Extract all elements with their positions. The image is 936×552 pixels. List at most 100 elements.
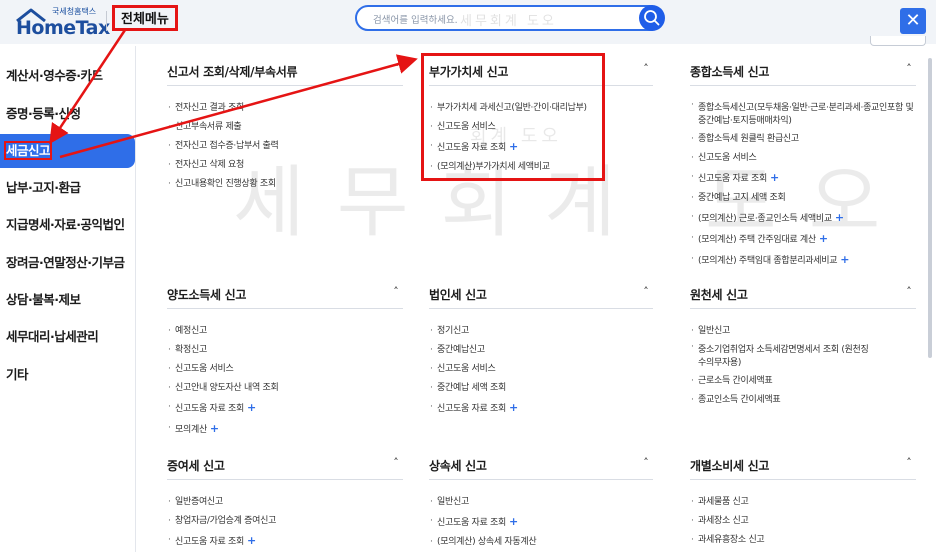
all-menu-button[interactable]: 전체메뉴	[112, 5, 178, 31]
list-item[interactable]: 신고도움 자료 조회+	[690, 168, 916, 189]
list-item[interactable]: (모의계산)부가가치세 세액비교	[429, 158, 665, 177]
list-item[interactable]: 신고도움 서비스	[690, 149, 916, 168]
search-input[interactable]: 검색어를 입력하세요.	[355, 5, 663, 31]
list-item[interactable]: 신고부속서류 제출	[167, 118, 403, 137]
menu-link[interactable]: 신고내용확인 진행상황 조회	[175, 179, 276, 189]
hometax-logo[interactable]: 국세청홈택스 HomeTax	[14, 6, 110, 39]
menu-link[interactable]: 모의계산	[175, 425, 207, 435]
chevron-up-icon[interactable]: ˄	[902, 285, 916, 298]
menu-link[interactable]: 예정신고	[175, 326, 207, 336]
section-title[interactable]: 종합소득세 신고	[690, 63, 769, 80]
menu-link[interactable]: 과세유흥장소 신고	[698, 535, 765, 545]
menu-link[interactable]: 중간예납신고	[437, 345, 485, 355]
list-item[interactable]: (모의계산) 주택임대 종합분리과세비교+	[690, 250, 916, 271]
chevron-up-icon[interactable]: ˄	[639, 62, 653, 75]
section-title[interactable]: 양도소득세 신고	[167, 286, 246, 303]
menu-link[interactable]: 신고부속서류 제출	[175, 122, 242, 132]
menu-link[interactable]: 중소기업취업자 소득세감면명세서 조회 (원천징수의무자용)	[698, 345, 869, 368]
menu-link[interactable]: 신고도움 서비스	[437, 122, 496, 132]
list-item[interactable]: 확정신고	[167, 341, 403, 360]
list-item[interactable]: 일반신고	[690, 322, 870, 341]
list-item[interactable]: 신고도움 자료 조회+	[429, 398, 665, 419]
list-item[interactable]: 전자신고 삭제 요청	[167, 156, 403, 175]
chevron-up-icon[interactable]: ˄	[389, 456, 403, 469]
list-item[interactable]: 근로소득 간이세액표	[690, 372, 870, 391]
list-item[interactable]: 신고도움 자료 조회+	[167, 398, 403, 419]
list-item[interactable]: 창업자금/가업승계 증여신고	[167, 512, 403, 531]
menu-link[interactable]: 확정신고	[175, 345, 207, 355]
plus-icon[interactable]: +	[509, 140, 518, 153]
menu-link[interactable]: (모의계산) 주택임대 종합분리과세비교	[698, 256, 838, 266]
menu-link[interactable]: 신고도움 자료 조회	[175, 404, 244, 414]
list-item[interactable]: 종교인소득 간이세액표	[690, 391, 870, 410]
section-title[interactable]: 상속세 신고	[429, 457, 487, 474]
sidebar-item-payment-notice-refund[interactable]: 납부·고지·환급	[0, 171, 135, 205]
plus-icon[interactable]: +	[835, 211, 844, 224]
sidebar-item-invoice-receipt-card[interactable]: 계산서·영수증·카드	[0, 59, 135, 93]
list-item[interactable]: 과세물품 신고	[690, 493, 926, 512]
list-item[interactable]: 중간예납 세액 조회	[429, 379, 665, 398]
list-item[interactable]: 신고내용확인 진행상황 조회	[167, 175, 403, 194]
menu-link[interactable]: 종교인소득 간이세액표	[698, 395, 781, 405]
list-item[interactable]: 중소기업취업자 소득세감면명세서 조회 (원천징수의무자용)	[690, 341, 870, 372]
sidebar-item-consultation-appeal[interactable]: 상담·불복·제보	[0, 283, 135, 317]
menu-link[interactable]: 중간예납 고지 세액 조회	[698, 193, 786, 203]
list-item[interactable]: 예정신고	[167, 322, 403, 341]
plus-icon[interactable]: +	[840, 253, 849, 266]
list-item[interactable]: 신고도움 자료 조회+	[167, 531, 403, 552]
list-item[interactable]: (모의계산) 근로·종교인소득 세액비교+	[690, 208, 916, 229]
list-item[interactable]: 종합소득세신고(모두채움·일반·근로·분리과세·종교인포함 및 중간예납·토지등…	[690, 99, 916, 130]
list-item[interactable]: (모의계산) 주택 간주임대료 계산+	[690, 229, 916, 250]
menu-link[interactable]: 전자신고 결과 조회	[175, 103, 244, 113]
chevron-up-icon[interactable]: ˄	[902, 456, 916, 469]
menu-link[interactable]: 종합소득세신고(모두채움·일반·근로·분리과세·종교인포함 및 중간예납·토지등…	[698, 103, 914, 126]
menu-link[interactable]: 일반증여신고	[175, 497, 223, 507]
list-item[interactable]: 중간예납신고	[429, 341, 665, 360]
menu-link[interactable]: 신고도움 자료 조회	[175, 537, 244, 547]
list-item[interactable]: 과세유흥장소 신고	[690, 531, 926, 550]
section-title[interactable]: 개별소비세 신고	[690, 457, 769, 474]
section-title[interactable]: 부가가치세 신고	[429, 63, 508, 80]
menu-link[interactable]: 전자신고 삭제 요청	[175, 160, 244, 170]
list-item[interactable]: 과세장소 신고	[690, 512, 926, 531]
list-item[interactable]: 전자신고 결과 조회	[167, 99, 403, 118]
plus-icon[interactable]: +	[247, 401, 256, 414]
menu-link[interactable]: 신고도움 서비스	[437, 364, 496, 374]
menu-link[interactable]: (모의계산)부가가치세 세액비교	[437, 162, 550, 172]
chevron-up-icon[interactable]: ˄	[639, 456, 653, 469]
list-item[interactable]: 신고도움 서비스	[429, 360, 665, 379]
menu-link[interactable]: 부가가치세 과세신고(일반·간이·대리납부)	[437, 103, 587, 113]
menu-link[interactable]: 신고도움 자료 조회	[437, 518, 506, 528]
menu-link[interactable]: 신고도움 자료 조회	[437, 404, 506, 414]
chevron-up-icon[interactable]: ˄	[639, 285, 653, 298]
section-title[interactable]: 법인세 신고	[429, 286, 487, 303]
close-button[interactable]: ✕	[900, 8, 926, 34]
menu-link[interactable]: 신고도움 자료 조회	[437, 143, 506, 153]
menu-link[interactable]: (모의계산) 상속세 자동계산	[437, 537, 537, 547]
menu-link[interactable]: 중간예납 세액 조회	[437, 383, 506, 393]
list-item[interactable]: 모의계산+	[167, 419, 403, 440]
header-tab-button[interactable]	[870, 36, 926, 46]
list-item[interactable]: 신고도움 서비스	[167, 360, 403, 379]
list-item[interactable]: 부가가치세 과세신고(일반·간이·대리납부)	[429, 99, 665, 118]
menu-link[interactable]: 일반신고	[698, 326, 730, 336]
list-item[interactable]: 전자신고 접수증·납부서 출력	[167, 137, 403, 156]
sidebar-item-tax-agent[interactable]: 세무대리·납세관리	[0, 320, 135, 354]
menu-link[interactable]: 일반신고	[437, 497, 469, 507]
menu-link[interactable]: 신고안내 양도자산 내역 조회	[175, 383, 279, 393]
list-item[interactable]: 정기신고	[429, 322, 665, 341]
plus-icon[interactable]: +	[509, 515, 518, 528]
menu-link[interactable]: 과세장소 신고	[698, 516, 749, 526]
chevron-up-icon[interactable]: ˄	[902, 62, 916, 75]
list-item[interactable]: 신고안내 양도자산 내역 조회	[167, 379, 403, 398]
menu-link[interactable]: 창업자금/가업승계 증여신고	[175, 516, 276, 526]
list-item[interactable]: 일반신고	[429, 493, 665, 512]
section-title[interactable]: 원천세 신고	[690, 286, 748, 303]
section-title[interactable]: 증여세 신고	[167, 457, 225, 474]
list-item[interactable]: 신고도움 자료 조회+	[429, 512, 665, 533]
menu-link[interactable]: 신고도움 자료 조회	[698, 174, 767, 184]
list-item[interactable]: (모의계산) 상속세 자동계산	[429, 533, 665, 552]
menu-link[interactable]: 근로소득 간이세액표	[698, 376, 773, 386]
plus-icon[interactable]: +	[819, 232, 828, 245]
list-item[interactable]: 일반증여신고	[167, 493, 403, 512]
